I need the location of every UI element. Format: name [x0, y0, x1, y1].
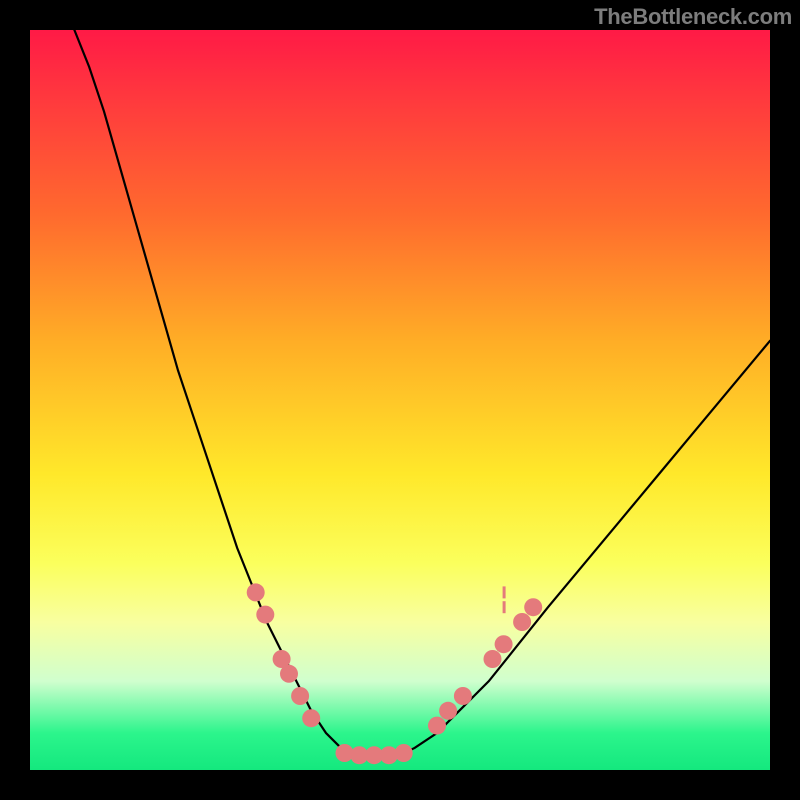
marker-group: [247, 583, 543, 764]
marker-flat-5: [395, 744, 413, 762]
curve-svg: [30, 30, 770, 770]
bottleneck-curve: [74, 30, 770, 755]
plot-area: [30, 30, 770, 770]
marker-right-6: [513, 613, 531, 631]
marker-right-3: [454, 687, 472, 705]
watermark-text: TheBottleneck.com: [594, 4, 792, 30]
marker-left-1: [247, 583, 265, 601]
small-mark-1: [503, 586, 506, 598]
chart-stage: TheBottleneck.com: [0, 0, 800, 800]
marker-left-5: [291, 687, 309, 705]
marker-right-5: [495, 635, 513, 653]
small-mark-group: [503, 586, 506, 613]
marker-left-4: [280, 665, 298, 683]
marker-right-2: [439, 702, 457, 720]
marker-left-6: [302, 709, 320, 727]
small-mark-0: [503, 601, 506, 613]
marker-right-1: [428, 717, 446, 735]
marker-right-4: [484, 650, 502, 668]
marker-left-2: [256, 606, 274, 624]
marker-right-7: [524, 598, 542, 616]
